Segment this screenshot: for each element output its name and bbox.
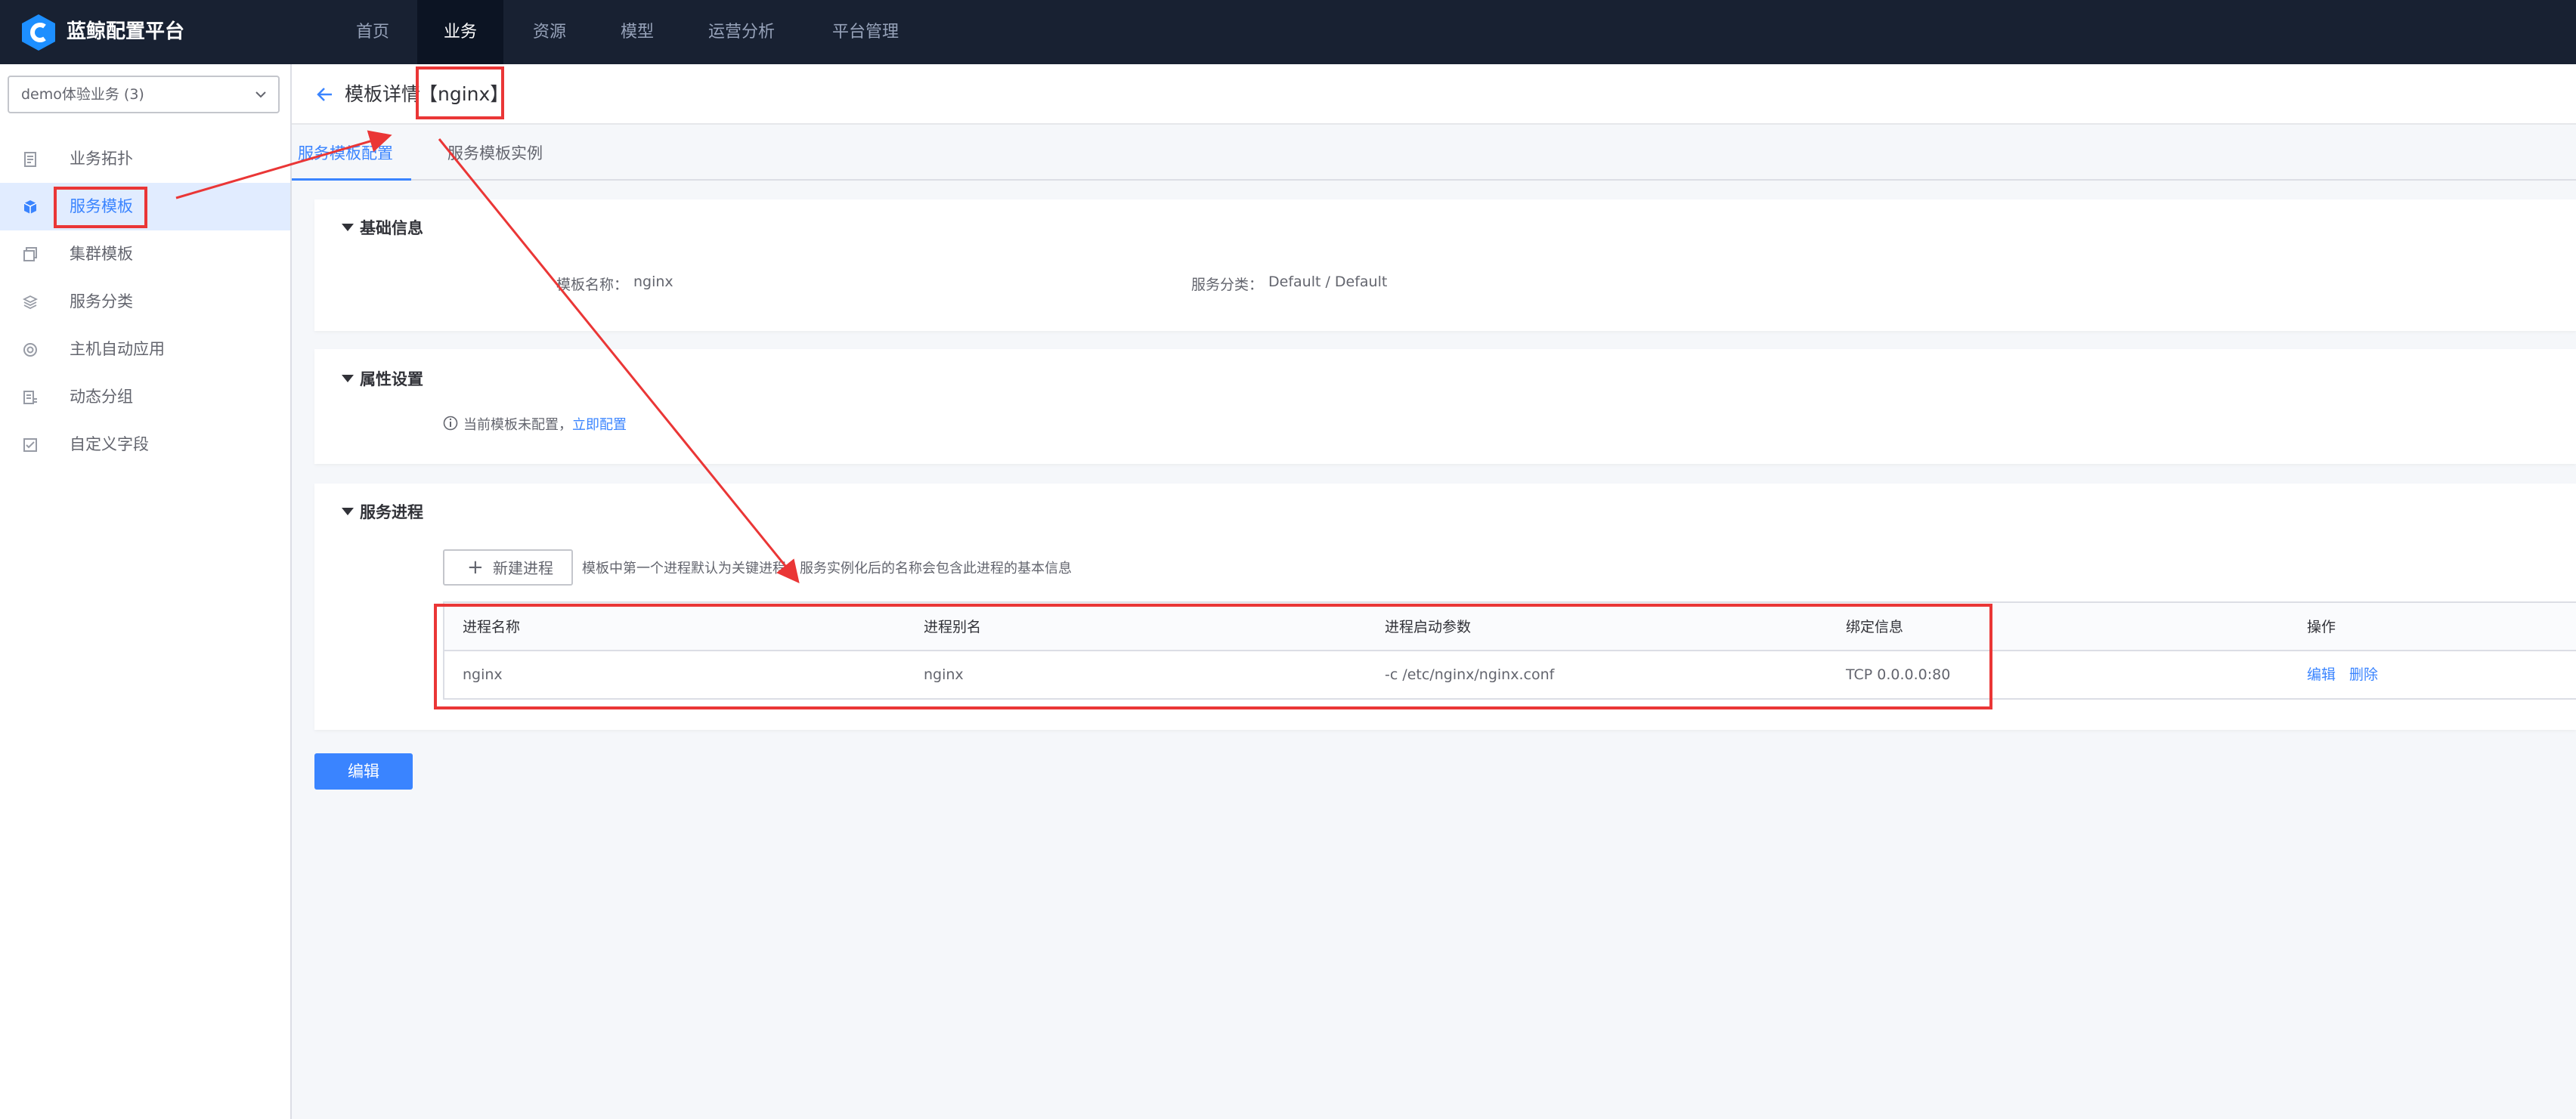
sidebar-item-label: 动态分组 <box>70 388 133 406</box>
configure-now-link[interactable]: 立即配置 <box>572 414 627 434</box>
row-delete-link[interactable]: 删除 <box>2349 651 2378 698</box>
sidebar-item-label: 服务模板 <box>70 197 133 215</box>
column-actions: 操作 <box>2307 619 2336 635</box>
template-name-tag: 【nginx】 <box>419 83 509 105</box>
nav-business[interactable]: 业务 <box>417 0 503 64</box>
sidebar-item-label: 主机自动应用 <box>70 340 165 358</box>
attribute-settings-section: 属性设置 当前模板未配置， 立即配置 <box>314 349 2576 464</box>
sidebar-item-label: 服务分类 <box>70 292 133 311</box>
sidebar-item-label: 业务拓扑 <box>70 150 133 168</box>
target-icon <box>23 343 37 357</box>
list-icon <box>23 391 37 404</box>
table-cell-process-name: nginx <box>463 666 503 683</box>
business-select[interactable]: demo体验业务 (3) <box>8 76 280 113</box>
tab-service-template-config[interactable]: 服务模板配置 <box>292 126 411 181</box>
cube-icon <box>23 200 37 214</box>
nav-operation-analysis[interactable]: 运营分析 <box>695 0 788 64</box>
checklist-icon <box>23 438 37 452</box>
sidebar-item-service-template[interactable]: 服务模板 <box>0 183 290 230</box>
stack-icon <box>23 247 37 261</box>
sidebar-item-service-category[interactable]: 服务分类 <box>0 278 290 326</box>
chevron-down-icon <box>255 91 266 98</box>
basic-info-title[interactable]: 基础信息 <box>342 216 423 239</box>
table-cell-bind-info: TCP 0.0.0.0:80 <box>1846 666 1951 683</box>
template-name-value: nginx <box>633 274 673 290</box>
column-process-name: 进程名称 <box>463 619 521 635</box>
sidebar-item-label: 集群模板 <box>70 245 133 263</box>
arrow-left-icon[interactable] <box>316 85 334 104</box>
new-process-button[interactable]: + 新建进程 <box>443 549 573 586</box>
process-table: 进程名称 进程别名 进程启动参数 绑定信息 操作 nginx nginx -c … <box>443 601 2576 700</box>
info-icon <box>443 416 458 431</box>
table-cell-process-alias: nginx <box>924 666 964 683</box>
sidebar-item-label: 自定义字段 <box>70 435 149 453</box>
nav-model[interactable]: 模型 <box>606 0 668 64</box>
logo-icon <box>22 14 55 51</box>
sidebar: demo体验业务 (3) 业务拓扑 服务模板 集群模板 服务分类 主机自动应用 … <box>0 64 292 1119</box>
template-name-label: 模板名称： <box>556 277 629 293</box>
nav-resource[interactable]: 资源 <box>519 0 581 64</box>
service-process-title[interactable]: 服务进程 <box>342 500 423 523</box>
service-category-label: 服务分类： <box>1191 277 1264 293</box>
basic-info-section: 基础信息 模板名称： nginx 服务分类： Default / Default <box>314 199 2576 331</box>
table-cell-process-args: -c /etc/nginx/nginx.conf <box>1385 666 1555 683</box>
column-bind-info: 绑定信息 <box>1846 619 1904 635</box>
process-hint: 模板中第一个进程默认为关键进程，服务实例化后的名称会包含此进程的基本信息 <box>582 561 1072 577</box>
brand-name: 蓝鲸配置平台 <box>67 20 185 43</box>
business-select-value: demo体验业务 (3) <box>21 86 144 103</box>
sidebar-item-dynamic-group[interactable]: 动态分组 <box>0 373 290 421</box>
document-icon <box>24 152 36 167</box>
top-navigation-bar: 蓝鲸配置平台 首页 业务 资源 模型 运营分析 平台管理 <box>0 0 2576 64</box>
column-process-alias: 进程别名 <box>924 619 982 635</box>
nav-platform-management[interactable]: 平台管理 <box>819 0 912 64</box>
sidebar-item-business-topology[interactable]: 业务拓扑 <box>0 135 290 183</box>
attribute-settings-title[interactable]: 属性设置 <box>342 367 423 390</box>
attribute-hint: 当前模板未配置， <box>463 417 572 433</box>
table-header <box>444 603 2576 651</box>
tab-service-template-instances[interactable]: 服务模板实例 <box>447 126 543 181</box>
caret-down-icon <box>342 508 354 515</box>
page-title: 模板详情 <box>345 83 421 105</box>
new-process-label: 新建进程 <box>493 559 553 577</box>
service-category-value: Default / Default <box>1268 274 1388 290</box>
nav-home[interactable]: 首页 <box>342 0 404 64</box>
row-edit-link[interactable]: 编辑 <box>2307 651 2336 698</box>
sidebar-item-cluster-template[interactable]: 集群模板 <box>0 230 290 278</box>
tab-bar: 服务模板配置 服务模板实例 <box>292 126 2576 181</box>
caret-down-icon <box>342 224 354 231</box>
page-header: 模板详情 【nginx】 <box>292 64 2576 125</box>
plus-icon: + <box>467 556 484 579</box>
caret-down-icon <box>342 375 354 382</box>
sidebar-item-host-auto-apply[interactable]: 主机自动应用 <box>0 326 290 373</box>
column-process-args: 进程启动参数 <box>1385 619 1472 635</box>
edit-button[interactable]: 编辑 <box>314 753 413 790</box>
layers-icon <box>23 295 38 310</box>
sidebar-item-custom-fields[interactable]: 自定义字段 <box>0 421 290 468</box>
